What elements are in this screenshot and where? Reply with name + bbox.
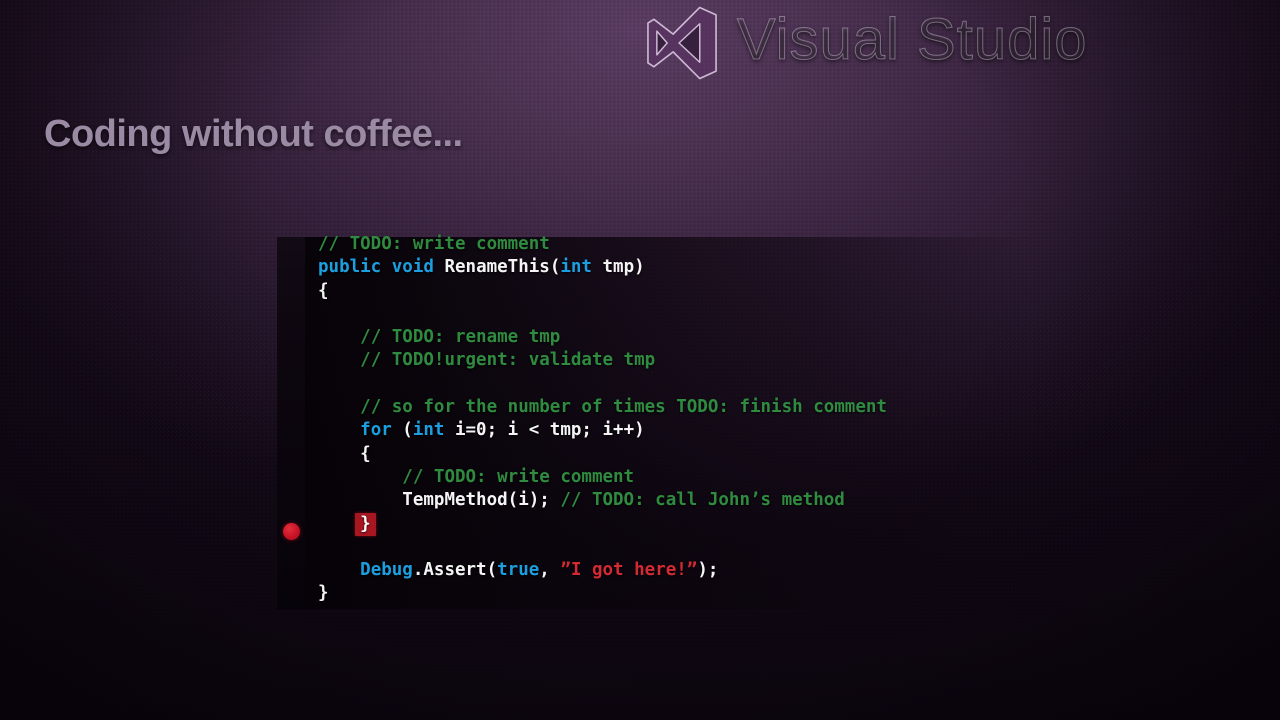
code-token: int	[412, 420, 445, 441]
code-line[interactable]: {	[318, 443, 887, 466]
code-line[interactable]: for (int i=0; i < tmp; i++)	[318, 419, 887, 442]
code-token: ,	[539, 560, 561, 581]
code-token: TempMethod(i);	[402, 490, 561, 511]
code-token: RenameThis(	[433, 257, 561, 278]
code-token: int	[560, 257, 592, 278]
code-token: // TODO: call John’s method	[560, 490, 845, 511]
code-line[interactable]: public void RenameThis(int tmp)	[318, 256, 887, 279]
code-token: .Assert(	[412, 560, 498, 581]
code-token: }	[355, 512, 376, 536]
code-token: Debug	[360, 560, 413, 581]
code-token: // TODO: write comment	[402, 466, 635, 487]
code-line[interactable]: }	[318, 512, 887, 536]
visual-studio-infinity-logo	[647, 6, 717, 80]
code-token: // TODO: write comment	[318, 234, 550, 254]
code-line[interactable]: {	[318, 280, 887, 303]
code-line[interactable]: }	[318, 582, 887, 605]
code-line[interactable]: // TODO: rename tmp	[318, 326, 887, 349]
code-line[interactable]: // TODO: write comment	[318, 466, 887, 489]
code-token: // TODO: rename tmp	[360, 327, 561, 348]
brand-name: Visual Studio	[737, 7, 1088, 72]
code-token: {	[360, 443, 371, 464]
code-token: public	[318, 257, 382, 278]
breakpoint-dot-icon[interactable]	[283, 523, 300, 540]
code-line[interactable]: Debug.Assert(true, ”I got here!”);	[318, 559, 887, 582]
code-line[interactable]: // so for the number of times TODO: fini…	[318, 396, 887, 419]
code-token: ”I got here!”	[560, 560, 698, 581]
editor-gutter[interactable]	[277, 237, 305, 608]
code-token: (	[391, 420, 413, 441]
code-token: // so for the number of times TODO: fini…	[360, 397, 887, 418]
code-line[interactable]: // TODO: write comment	[318, 233, 887, 256]
page-title: Coding without coffee...	[44, 113, 463, 155]
visual-studio-brand: Visual Studio	[645, 4, 1088, 82]
code-token: for	[360, 420, 392, 441]
code-token: void	[391, 257, 434, 278]
slide-canvas: Visual Studio Coding without coffee... /…	[0, 0, 1280, 720]
code-lines[interactable]: // TODO: write comment public void Rename…	[318, 233, 887, 606]
code-token: // TODO!urgent: validate tmp	[360, 350, 656, 371]
code-line[interactable]	[318, 303, 887, 326]
code-token: );	[697, 560, 719, 581]
code-line[interactable]	[318, 373, 887, 396]
code-token: true	[497, 560, 540, 581]
code-token: }	[318, 583, 329, 604]
code-editor: // TODO: write comment public void Rename…	[277, 233, 1067, 611]
code-token: {	[318, 280, 329, 301]
code-token: tmp)	[591, 257, 645, 278]
code-line[interactable]: TempMethod(i); // TODO: call John’s meth…	[318, 489, 887, 512]
code-token: i=0; i < tmp; i++)	[444, 420, 645, 441]
code-line[interactable]: // TODO!urgent: validate tmp	[318, 349, 887, 372]
code-line[interactable]	[318, 536, 887, 559]
